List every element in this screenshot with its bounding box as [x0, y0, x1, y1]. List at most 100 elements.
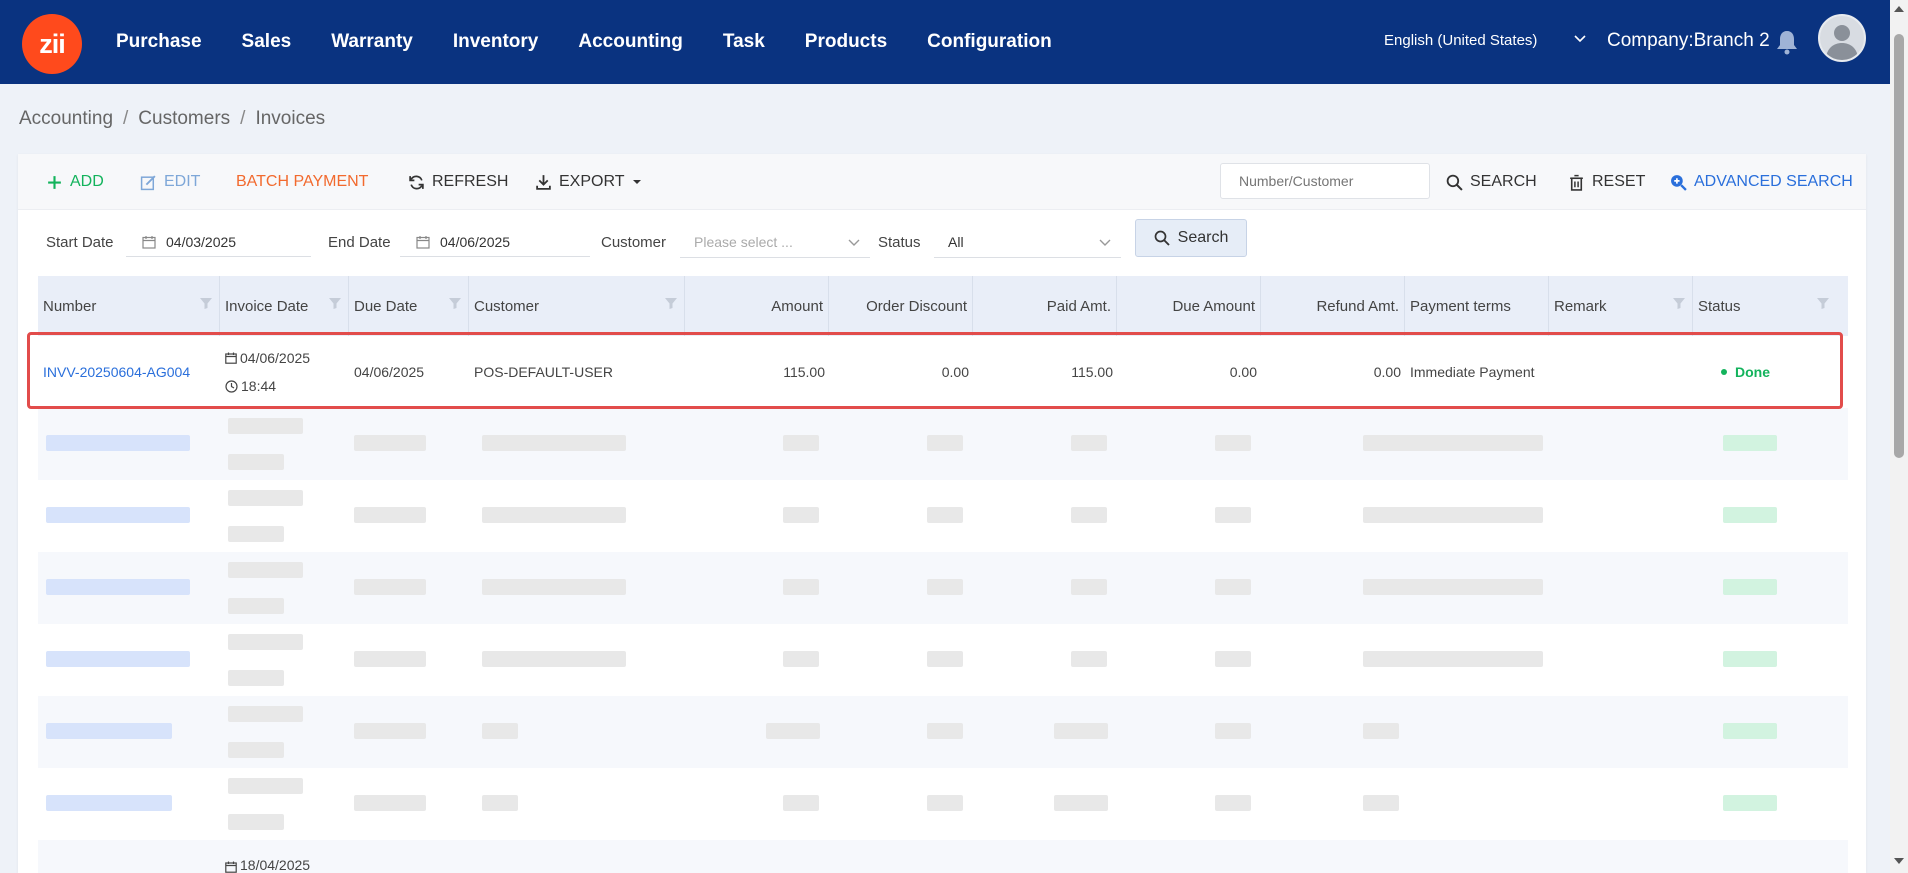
nav-item-products[interactable]: Products — [785, 31, 907, 53]
nav-item-task[interactable]: Task — [703, 31, 785, 53]
blurred-text — [46, 723, 172, 739]
column-header-due-amount[interactable]: Due Amount — [1117, 276, 1261, 336]
column-header-payment-terms[interactable]: Payment terms — [1405, 276, 1549, 336]
blurred-text — [482, 435, 626, 451]
reset-button[interactable]: RESET — [1568, 154, 1645, 210]
table-row-partial[interactable]: 18/04/2025 — [38, 840, 1848, 873]
blurred-text — [228, 778, 303, 794]
column-label: Status — [1698, 297, 1741, 315]
column-header-amount[interactable]: Amount — [685, 276, 829, 336]
status-select[interactable]: All — [934, 226, 1121, 258]
company-selector[interactable]: Company:Branch 2 — [1607, 30, 1770, 52]
column-header-order-discount[interactable]: Order Discount — [829, 276, 973, 336]
blurred-text — [1215, 795, 1251, 811]
blurred-status — [1723, 507, 1777, 523]
language-selector[interactable]: English (United States) — [1384, 32, 1537, 49]
blurred-text — [46, 795, 172, 811]
scroll-down-arrow-icon[interactable] — [1894, 858, 1904, 864]
caret-down-icon — [632, 180, 641, 184]
number-customer-search-input[interactable] — [1220, 163, 1430, 199]
filter-icon[interactable] — [1816, 296, 1830, 310]
reset-button-label: RESET — [1592, 173, 1646, 190]
add-button[interactable]: ADD — [46, 154, 104, 210]
blurred-text — [1071, 651, 1107, 667]
top-navigation-bar: zii Purchase Sales Warranty Inventory Ac… — [0, 0, 1890, 84]
blurred-text — [927, 507, 963, 523]
nav-item-warranty[interactable]: Warranty — [311, 31, 433, 53]
blurred-status — [1723, 579, 1777, 595]
nav-item-configuration[interactable]: Configuration — [907, 31, 1072, 53]
edit-button-label: EDIT — [164, 173, 201, 190]
scrollbar-thumb[interactable] — [1894, 34, 1904, 458]
search-button[interactable]: SEARCH — [1446, 154, 1537, 210]
customer-select[interactable]: Please select ... — [680, 226, 870, 258]
column-label: Refund Amt. — [1316, 297, 1399, 315]
nav-item-sales[interactable]: Sales — [222, 31, 312, 53]
filter-icon[interactable] — [664, 296, 678, 310]
status-select-value: All — [948, 233, 964, 250]
advanced-search-button[interactable]: ADVANCED SEARCH — [1670, 154, 1853, 210]
edit-button[interactable]: EDIT — [140, 154, 200, 210]
column-header-number[interactable]: Number — [38, 276, 220, 336]
column-header-refund-amt[interactable]: Refund Amt. — [1261, 276, 1405, 336]
blurred-text — [228, 562, 303, 578]
user-icon — [1826, 25, 1858, 60]
blurred-text — [1071, 507, 1107, 523]
export-button-label: EXPORT — [559, 173, 625, 190]
bell-icon[interactable] — [1775, 29, 1799, 55]
blurred-text — [228, 454, 284, 470]
column-header-remark[interactable]: Remark — [1549, 276, 1693, 336]
export-button[interactable]: EXPORT — [535, 154, 642, 210]
nav-item-accounting[interactable]: Accounting — [558, 31, 703, 53]
customer-select-placeholder: Please select ... — [694, 233, 793, 250]
nav-item-purchase[interactable]: Purchase — [96, 31, 222, 53]
filter-icon[interactable] — [1672, 296, 1686, 310]
end-date-field[interactable]: 04/06/2025 — [400, 227, 590, 257]
nav-item-inventory[interactable]: Inventory — [433, 31, 559, 53]
blurred-text — [354, 507, 426, 523]
blurred-text — [1071, 579, 1107, 595]
breadcrumb-separator: / — [123, 108, 129, 129]
column-header-customer[interactable]: Customer — [469, 276, 685, 336]
start-date-label: Start Date — [46, 234, 114, 251]
column-header-status[interactable]: Status — [1693, 276, 1848, 336]
column-header-due-date[interactable]: Due Date — [349, 276, 469, 336]
blurred-text — [228, 634, 303, 650]
blurred-text — [1054, 795, 1108, 811]
table-row-blurred[interactable] — [38, 480, 1848, 552]
batch-payment-button[interactable]: BATCH PAYMENT — [236, 154, 368, 210]
column-label: Amount — [771, 297, 823, 315]
blurred-text — [354, 579, 426, 595]
vertical-scrollbar[interactable] — [1890, 0, 1908, 873]
blurred-text — [1363, 651, 1543, 667]
column-label: Paid Amt. — [1046, 297, 1111, 315]
table-row-blurred[interactable] — [38, 408, 1848, 480]
filter-icon[interactable] — [448, 296, 462, 310]
table-row-blurred[interactable] — [38, 696, 1848, 768]
column-label: Order Discount — [866, 297, 967, 315]
column-label: Payment terms — [1410, 297, 1511, 315]
refresh-button[interactable]: REFRESH — [408, 154, 508, 210]
column-header-invoice-date[interactable]: Invoice Date — [220, 276, 349, 336]
blurred-text — [783, 579, 819, 595]
chevron-down-icon[interactable] — [1574, 32, 1586, 44]
breadcrumb-accounting[interactable]: Accounting — [19, 108, 113, 130]
breadcrumb-customers[interactable]: Customers — [138, 108, 230, 130]
scroll-up-arrow-icon[interactable] — [1894, 6, 1904, 12]
blurred-text — [482, 795, 518, 811]
table-row-blurred[interactable] — [38, 552, 1848, 624]
column-header-paid-amt[interactable]: Paid Amt. — [973, 276, 1117, 336]
table-row-blurred[interactable] — [38, 624, 1848, 696]
filter-icon[interactable] — [199, 296, 213, 310]
app-logo[interactable]: zii — [22, 14, 82, 74]
invoices-panel: ADD EDIT BATCH PAYMENT REFRESH EXPORT SE… — [18, 154, 1866, 873]
breadcrumb-invoices: Invoices — [255, 108, 326, 129]
calendar-icon — [142, 235, 156, 249]
filter-search-button[interactable]: Search — [1135, 219, 1247, 257]
filter-icon[interactable] — [328, 296, 342, 310]
user-avatar[interactable] — [1818, 14, 1866, 62]
start-date-field[interactable]: 04/03/2025 — [126, 227, 311, 257]
blurred-text — [354, 795, 426, 811]
table-row-blurred[interactable] — [38, 768, 1848, 840]
download-icon — [536, 174, 551, 190]
